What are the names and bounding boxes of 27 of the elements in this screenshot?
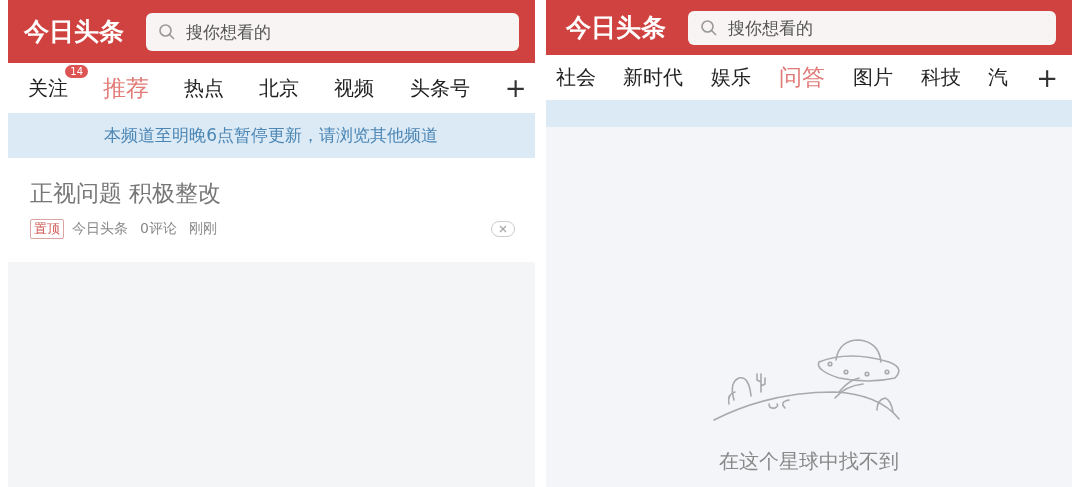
- channel-tab[interactable]: 新时代: [623, 65, 684, 89]
- channel-tab[interactable]: 关注: [28, 75, 68, 100]
- article-title: 正视问题 积极整改: [30, 179, 223, 208]
- channel-tab[interactable]: 视频: [334, 75, 375, 100]
- source-text: 今日头条: [72, 220, 128, 238]
- add-channel-button[interactable]: +: [1036, 62, 1058, 93]
- app-logo: 今日头条: [24, 16, 124, 48]
- time-text: 刚刚: [188, 220, 217, 238]
- empty-message: 在这个星球中找不到: [718, 448, 899, 475]
- comment-count: 0评论: [140, 220, 177, 238]
- channel-tab[interactable]: 汽: [988, 65, 1009, 89]
- search-field[interactable]: 搜你想看的: [146, 12, 519, 51]
- article-card[interactable]: 正视问题 积极整改 置顶 今日头条 0评论 刚刚: [8, 158, 535, 262]
- app-logo: 今日头条: [565, 12, 666, 44]
- notice-banner: 本频道至明晚6点暂停更新，请浏览其他频道: [8, 113, 535, 158]
- search-field[interactable]: 搜你想看的: [687, 10, 1056, 45]
- channel-tab[interactable]: 北京: [259, 75, 300, 100]
- channel-tab[interactable]: 头条号: [409, 75, 470, 100]
- channel-tab[interactable]: 社会: [555, 65, 596, 89]
- close-icon: [497, 224, 508, 234]
- channel-tab[interactable]: 热点: [184, 75, 225, 100]
- count-badge: 14: [65, 64, 88, 78]
- channel-tab[interactable]: 图片: [852, 65, 893, 89]
- channel-tab[interactable]: 科技: [920, 65, 961, 89]
- channel-tab[interactable]: 娱乐: [711, 65, 752, 89]
- add-channel-button[interactable]: +: [504, 73, 527, 103]
- pinned-tag: 置顶: [30, 219, 64, 239]
